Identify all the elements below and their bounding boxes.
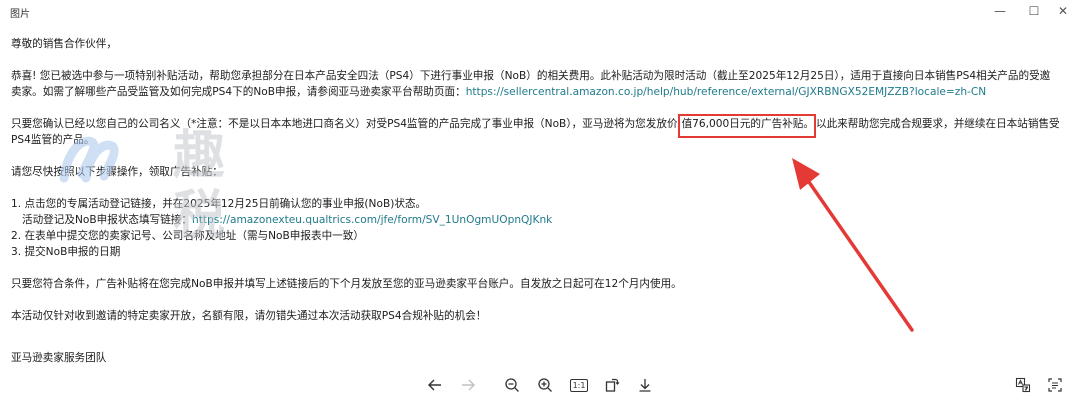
signature: 亚马逊卖家服务团队 [11,352,107,364]
para1-line1: 恭喜! 您已被选中参与一项特别补贴活动，帮助您承担部分在日本产品安全四法（PS4… [11,70,1051,82]
para1-line2: 卖家。如需了解哪些产品受监管及如何完成PS4下的NoB申报，请参阅亚马逊卖家平台… [11,84,1071,100]
actual-size-button[interactable]: 1:1 [568,374,590,396]
close-icon: ✕ [1057,4,1069,18]
para2-after: 以此来帮助您完成合规要求，并继续在日本站销售受 [815,118,1060,130]
extract-text-button[interactable] [1044,374,1066,396]
para2-before: 只要您确认已经以您自己的公司名义（*注意：不是以日本本地进口商名义）对受PS4监… [11,118,678,130]
help-page-link[interactable]: https://sellercentral.amazon.co.jp/help/… [466,86,987,98]
viewer-toolbar: 1:1 [0,374,1080,398]
translate-icon [1015,377,1031,393]
next-button[interactable] [457,374,479,396]
window-titlebar: 图片 — ☐ ✕ [0,0,1080,24]
download-button[interactable] [634,374,656,396]
zoom-in-button[interactable] [534,374,556,396]
minimize-button[interactable]: — [985,0,1015,22]
para4: 本活动仅针对收到邀请的特定卖家开放，名额有限，请勿错失通过本次活动获取PS4合规… [11,310,487,322]
zoom-out-button[interactable] [501,374,523,396]
download-icon [639,379,651,392]
arrow-right-icon [462,379,475,391]
translate-button[interactable] [1012,374,1034,396]
maximize-button[interactable]: ☐ [1019,0,1049,22]
para2-line1: 只要您确认已经以您自己的公司名义（*注意：不是以日本本地进口商名义）对受PS4监… [11,114,1071,138]
rotate-button[interactable] [601,374,623,396]
steps-intro: 请您尽快按照以下步骤操作，领取广告补贴： [11,166,223,178]
previous-button[interactable] [424,374,446,396]
text-recognition-icon [1048,378,1062,392]
actual-size-icon: 1:1 [569,378,589,392]
para2-line2: PS4监管的产品。 [11,134,95,146]
subsidy-highlight: 值76,000日元的广告补贴。 [677,114,816,138]
step-3: 3. 提交NoB申报的日期 [11,246,121,258]
step-1-sub-text: 活动登记及NoB申报状态填写链接： [22,214,192,226]
step-1: 1. 点击您的专属活动登记链接，并在2025年12月25日前确认您的事业申报(N… [11,198,427,210]
para1-line2-text: 卖家。如需了解哪些产品受监管及如何完成PS4下的NoB申报，请参阅亚马逊卖家平台… [11,86,466,98]
step-1-sub: 活动登记及NoB申报状态填写链接：https://amazonexteu.qua… [11,212,1071,228]
zoom-in-icon [538,378,552,392]
minimize-icon: — [994,4,1006,18]
para3: 只要您符合条件，广告补贴将在您完成NoB申报并填写上述链接后的下个月发放至您的亚… [11,278,682,290]
close-button[interactable]: ✕ [1048,0,1078,22]
registration-link[interactable]: https://amazonexteu.qualtrics.com/jfe/fo… [192,214,552,226]
zoom-out-icon [505,378,519,392]
email-body: 尊敬的销售合作伙伴， 恭喜! 您已被选中参与一项特别补贴活动，帮助您承担部分在日… [11,36,1071,366]
greeting: 尊敬的销售合作伙伴， [11,38,117,50]
step-2: 2. 在表单中提交您的卖家记号、公司名称及地址（需与NoB申报表中一致） [11,230,364,242]
rotate-icon [605,378,620,392]
maximize-icon: ☐ [1028,4,1040,18]
window-title: 图片 [10,9,30,20]
arrow-left-icon [428,379,441,391]
